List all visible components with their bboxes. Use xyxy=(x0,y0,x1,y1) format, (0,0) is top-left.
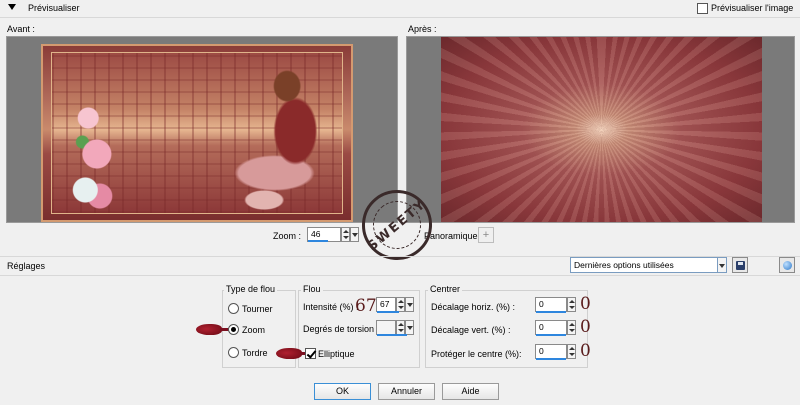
after-image xyxy=(441,37,762,222)
intensity-label: Intensité (%) : xyxy=(303,302,359,312)
pan-label: Panoramique : xyxy=(424,231,483,241)
spin-down-icon xyxy=(343,236,349,239)
spin-down-icon xyxy=(398,329,404,332)
intensity-input[interactable]: 67 xyxy=(376,297,396,312)
cancel-button[interactable]: Annuler xyxy=(378,383,435,400)
chevron-down-icon xyxy=(407,303,413,307)
protect-slider-bar[interactable] xyxy=(536,358,566,360)
pointer-hand-icon xyxy=(276,348,312,359)
spin-up-icon xyxy=(569,323,575,326)
v-offset-input[interactable]: 0 xyxy=(535,320,567,335)
after-label: Après : xyxy=(408,24,437,34)
zoom-spinner[interactable] xyxy=(341,227,350,242)
v-offset-label: Décalage vert. (%) : xyxy=(431,325,511,335)
protect-spinner[interactable] xyxy=(567,344,576,359)
radio-zoom[interactable] xyxy=(228,324,239,335)
h-offset-annotation: 0 xyxy=(580,294,591,314)
spin-down-icon xyxy=(398,306,404,309)
save-preset-button[interactable] xyxy=(732,257,748,273)
spin-up-icon xyxy=(343,230,349,233)
zoom-slider-bar[interactable] xyxy=(308,240,328,242)
protect-label: Protéger le centre (%): xyxy=(431,349,522,359)
blur-title: Flou xyxy=(301,284,323,294)
spin-up-icon xyxy=(569,347,575,350)
flowers-image xyxy=(65,94,123,214)
preview-image-checkbox[interactable] xyxy=(697,3,708,14)
preview-image-label: Prévisualiser l'image xyxy=(711,3,794,13)
reset-button[interactable] xyxy=(779,257,795,273)
move-cross-icon: + xyxy=(482,229,490,241)
before-image xyxy=(41,44,353,222)
floppy-disk-icon xyxy=(736,261,745,270)
collapse-triangle-icon[interactable] xyxy=(8,4,16,10)
zoom-label: Zoom : xyxy=(273,231,302,241)
h-offset-input[interactable]: 0 xyxy=(535,297,567,312)
pan-button[interactable]: + xyxy=(478,227,494,243)
h-offset-slider-bar[interactable] xyxy=(536,311,566,313)
intensity-annotation: 67 xyxy=(355,296,377,316)
torsion-label: Degrés de torsion : xyxy=(303,324,380,334)
spin-up-icon xyxy=(398,300,404,303)
center-title: Centrer xyxy=(428,284,463,294)
preview-header: Prévisualiser Prévisualiser l'image xyxy=(0,0,800,18)
spin-down-icon xyxy=(569,329,575,332)
blur-type-title: Type de flou xyxy=(224,284,278,294)
ok-button[interactable]: OK xyxy=(314,383,371,400)
v-offset-spinner[interactable] xyxy=(567,320,576,335)
v-offset-annotation: 0 xyxy=(580,317,591,337)
protect-annotation: 0 xyxy=(580,341,591,361)
reset-icon xyxy=(783,261,792,270)
woman-image xyxy=(233,68,337,218)
radio-tordre-label: Tordre xyxy=(242,348,268,358)
chevron-down-icon xyxy=(352,233,358,237)
intensity-slider-bar[interactable] xyxy=(377,311,399,313)
v-offset-slider-bar[interactable] xyxy=(536,334,566,336)
chevron-down-icon xyxy=(719,264,725,268)
torsion-dropdown[interactable] xyxy=(405,320,414,335)
elliptical-checkbox[interactable] xyxy=(305,348,316,359)
after-preview[interactable] xyxy=(406,36,795,223)
radio-tordre[interactable] xyxy=(228,347,239,358)
settings-label: Réglages xyxy=(7,261,46,271)
watermark-text: SWEETY xyxy=(364,196,430,254)
intensity-spinner[interactable] xyxy=(396,297,405,312)
radio-tourner[interactable] xyxy=(228,303,239,314)
protect-input[interactable]: 0 xyxy=(535,344,567,359)
preset-select[interactable]: Dernières options utilisées xyxy=(570,257,718,273)
chevron-down-icon xyxy=(407,326,413,330)
h-offset-spinner[interactable] xyxy=(567,297,576,312)
radio-zoom-label: Zoom xyxy=(242,325,266,335)
help-button[interactable]: Aide xyxy=(442,383,499,400)
spin-up-icon xyxy=(569,300,575,303)
torsion-input[interactable] xyxy=(376,320,396,335)
preview-title: Prévisualiser xyxy=(28,3,80,13)
h-offset-label: Décalage horiz. (%) : xyxy=(431,302,516,312)
radio-tourner-label: Tourner xyxy=(242,304,273,314)
before-preview[interactable] xyxy=(6,36,398,223)
intensity-dropdown[interactable] xyxy=(405,297,414,312)
spin-down-icon xyxy=(569,306,575,309)
before-label: Avant : xyxy=(7,24,35,34)
torsion-spinner[interactable] xyxy=(396,320,405,335)
spin-down-icon xyxy=(569,353,575,356)
elliptical-label: Elliptique xyxy=(318,349,355,359)
zoom-dropdown[interactable] xyxy=(350,227,359,242)
torsion-slider-bar[interactable] xyxy=(377,334,407,336)
preset-dropdown-button[interactable] xyxy=(717,257,727,273)
spin-up-icon xyxy=(398,323,404,326)
pointer-hand-icon xyxy=(196,324,232,335)
